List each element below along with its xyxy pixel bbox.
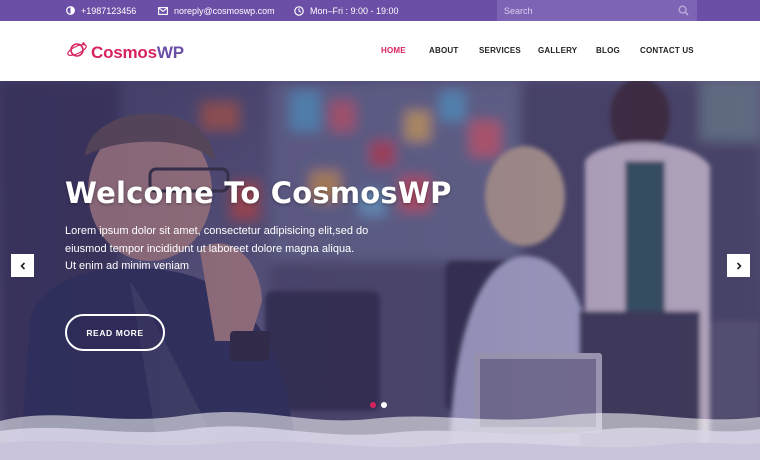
site-logo[interactable]: CosmosWP bbox=[66, 39, 184, 66]
search-input[interactable] bbox=[497, 5, 657, 16]
phone-number: +1987123456 bbox=[81, 5, 137, 16]
site-header: CosmosWP HOME ABOUT SERVICES GALLERY BLO… bbox=[0, 21, 760, 81]
hero-text-line: Lorem ipsum dolor sit amet, consectetur … bbox=[65, 225, 369, 237]
planet-icon bbox=[66, 39, 88, 66]
phone-info: +1987123456 bbox=[65, 0, 136, 21]
read-more-button[interactable]: READ MORE bbox=[65, 314, 165, 351]
business-hours: Mon–Fri : 9:00 - 19:00 bbox=[310, 5, 399, 16]
top-bar: +1987123456 noreply@cosmoswp.com Mon–Fri… bbox=[0, 0, 760, 21]
nav-item-gallery[interactable]: GALLERY bbox=[538, 46, 577, 55]
logo-text: CosmosWP bbox=[91, 42, 184, 62]
hero-description: Lorem ipsum dolor sit amet, consectetur … bbox=[65, 223, 405, 276]
chevron-right-icon bbox=[735, 257, 743, 275]
half-circle-icon bbox=[65, 6, 75, 16]
slider-next-button[interactable] bbox=[727, 254, 750, 277]
hero-text-line: Ut enim ad minim veniam bbox=[65, 260, 190, 272]
clock-icon bbox=[294, 5, 304, 16]
nav-item-about[interactable]: ABOUT bbox=[429, 46, 458, 55]
chevron-left-icon bbox=[19, 257, 27, 275]
nav-item-home[interactable]: HOME bbox=[381, 46, 406, 55]
nav-item-contact-us[interactable]: CONTACT US bbox=[640, 46, 694, 55]
hero-text-line: eiusmod tempor incididunt ut laboreet do… bbox=[65, 242, 355, 255]
hero-title: Welcome To CosmosWP bbox=[65, 176, 452, 210]
hours-info: Mon–Fri : 9:00 - 19:00 bbox=[294, 0, 399, 21]
slider-dot-active[interactable] bbox=[370, 402, 376, 408]
nav-item-blog[interactable]: BLOG bbox=[596, 46, 620, 55]
envelope-icon bbox=[158, 6, 168, 16]
email-info: noreply@cosmoswp.com bbox=[158, 0, 275, 21]
nav-item-services[interactable]: SERVICES bbox=[479, 46, 521, 55]
hero-slider: Welcome To CosmosWP Lorem ipsum dolor si… bbox=[0, 81, 760, 460]
slider-dot[interactable] bbox=[381, 402, 387, 408]
search-box bbox=[497, 0, 697, 21]
search-icon[interactable] bbox=[678, 5, 689, 16]
slider-prev-button[interactable] bbox=[11, 254, 34, 277]
slider-pagination bbox=[370, 402, 387, 408]
email-address[interactable]: noreply@cosmoswp.com bbox=[174, 6, 275, 16]
